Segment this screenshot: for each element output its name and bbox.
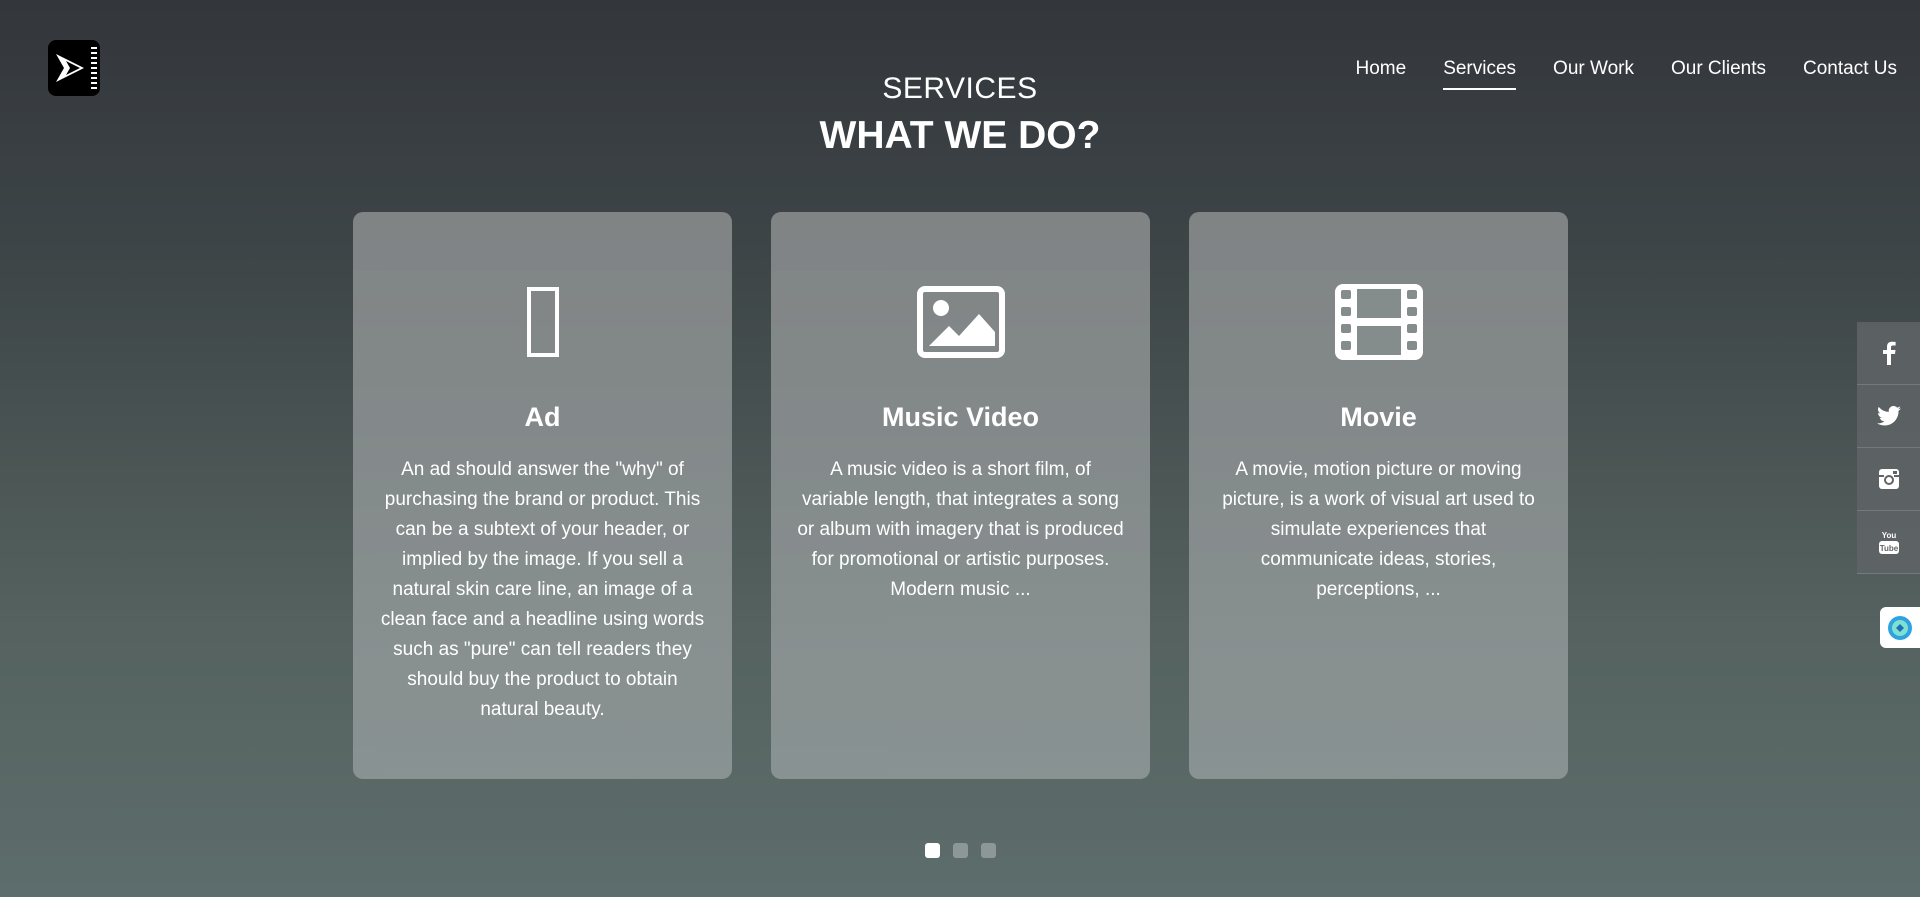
service-card-text: An ad should answer the "why" of purchas… (380, 459, 705, 720)
social-sidebar: You Tube (1857, 322, 1920, 574)
chat-bubble-icon (1888, 615, 1912, 640)
facebook-link[interactable] (1857, 322, 1920, 385)
film-icon (1215, 282, 1542, 362)
service-card-text: A movie, motion picture or moving pictur… (1222, 459, 1535, 600)
youtube-link[interactable]: You Tube (1857, 511, 1920, 574)
carousel-dot-1[interactable] (925, 843, 940, 858)
service-card-ad[interactable]: Ad An ad should answer the "why" of purc… (353, 212, 732, 779)
carousel-pagination (925, 843, 996, 858)
service-card-title: Ad (524, 402, 561, 432)
twitter-link[interactable] (1857, 385, 1920, 448)
services-cards: Ad An ad should answer the "why" of purc… (353, 212, 1568, 779)
carousel-dot-2[interactable] (953, 843, 968, 858)
instagram-icon (1878, 469, 1899, 489)
service-card-title: Movie (1340, 402, 1417, 432)
service-card-text: A music video is a short film, of variab… (797, 459, 1124, 600)
facebook-icon (1882, 341, 1896, 365)
service-card-title: Music Video (881, 402, 1040, 432)
instagram-link[interactable] (1857, 448, 1920, 511)
svg-text:Tube: Tube (1879, 544, 1898, 553)
twitter-icon (1876, 406, 1901, 426)
missing-glyph-icon (379, 282, 706, 362)
section-title: WHAT WE DO? (819, 114, 1101, 157)
image-icon (797, 282, 1124, 362)
chat-widget[interactable] (1880, 607, 1920, 648)
svg-text:You: You (1881, 531, 1896, 540)
service-card-music-video[interactable]: Music Video A music video is a short fil… (771, 212, 1150, 779)
youtube-icon: You Tube (1878, 531, 1899, 554)
section-heading: SERVICES WHAT WE DO? (0, 72, 1920, 158)
service-card-movie[interactable]: Movie A movie, motion picture or moving … (1189, 212, 1568, 779)
carousel-dot-3[interactable] (981, 843, 996, 858)
section-subtitle: SERVICES (882, 72, 1038, 105)
